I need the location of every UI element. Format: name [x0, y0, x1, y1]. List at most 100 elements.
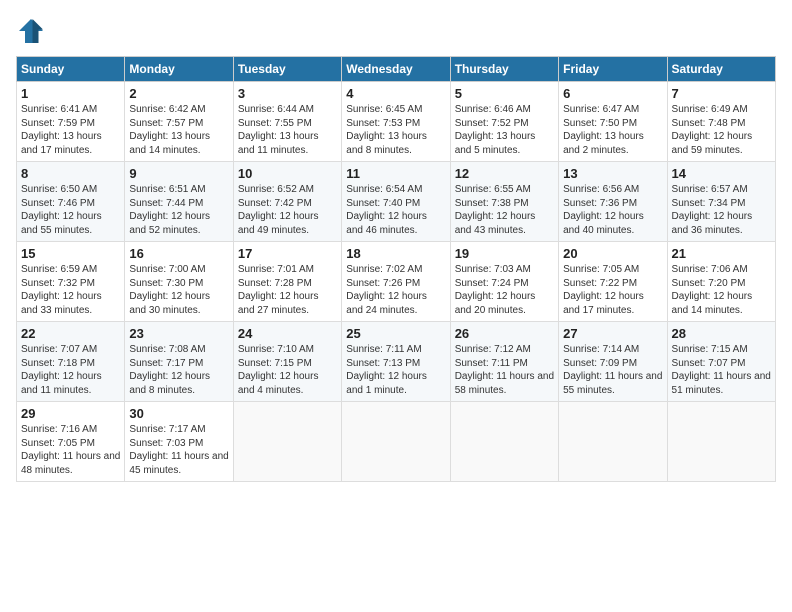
day-info: Sunrise: 7:12 AM — [455, 343, 554, 357]
day-info: Daylight: 12 hours and 43 minutes. — [455, 210, 554, 237]
day-info: Daylight: 13 hours and 5 minutes. — [455, 130, 554, 157]
day-info: Sunset: 7:24 PM — [455, 277, 554, 291]
column-header-wednesday: Wednesday — [342, 57, 450, 82]
day-info: Daylight: 13 hours and 14 minutes. — [129, 130, 228, 157]
day-info: Sunrise: 6:59 AM — [21, 263, 120, 277]
day-info: Sunrise: 6:51 AM — [129, 183, 228, 197]
calendar-cell — [667, 402, 775, 482]
day-info: Sunrise: 7:08 AM — [129, 343, 228, 357]
logo — [16, 16, 50, 46]
day-number: 25 — [346, 326, 445, 341]
day-number: 11 — [346, 166, 445, 181]
calendar-cell: 7 Sunrise: 6:49 AMSunset: 7:48 PMDaylight… — [667, 82, 775, 162]
day-number: 9 — [129, 166, 228, 181]
calendar-cell: 3Sunrise: 6:44 AMSunset: 7:55 PMDaylight… — [233, 82, 341, 162]
calendar-cell: 5Sunrise: 6:46 AMSunset: 7:52 PMDaylight… — [450, 82, 558, 162]
page-header — [16, 16, 776, 46]
day-number: 3 — [238, 86, 337, 101]
day-info: Sunrise: 6:56 AM — [563, 183, 662, 197]
calendar-cell: 20Sunrise: 7:05 AMSunset: 7:22 PMDayligh… — [559, 242, 667, 322]
day-info: Sunrise: 7:06 AM — [672, 263, 771, 277]
calendar-cell: 18Sunrise: 7:02 AMSunset: 7:26 PMDayligh… — [342, 242, 450, 322]
day-info: Daylight: 12 hours and 8 minutes. — [129, 370, 228, 397]
day-info: Sunrise: 7:17 AM — [129, 423, 228, 437]
day-info: Sunset: 7:53 PM — [346, 117, 445, 131]
calendar-cell: 19 Sunrise: 7:03 AMSunset: 7:24 PMDayligh… — [450, 242, 558, 322]
day-info: Sunset: 7:09 PM — [563, 357, 662, 371]
day-info: Sunrise: 6:42 AM — [129, 103, 228, 117]
day-info: Sunset: 7:13 PM — [346, 357, 445, 371]
day-info: Daylight: 12 hours and 14 minutes. — [672, 290, 771, 317]
day-info: Daylight: 12 hours and 1 minute. — [346, 370, 445, 397]
day-info: Sunrise: 6:54 AM — [346, 183, 445, 197]
day-number: 5 — [455, 86, 554, 101]
day-info: Sunset: 7:46 PM — [21, 197, 120, 211]
day-number: 20 — [563, 246, 662, 261]
day-info: Daylight: 13 hours and 17 minutes. — [21, 130, 120, 157]
day-info: Sunset: 7:22 PM — [563, 277, 662, 291]
day-info: Sunrise: 7:02 AM — [346, 263, 445, 277]
calendar-week-1: 1Sunrise: 6:41 AMSunset: 7:59 PMDaylight… — [17, 82, 776, 162]
calendar-cell: 8Sunrise: 6:50 AMSunset: 7:46 PMDaylight… — [17, 162, 125, 242]
calendar-cell: 17Sunrise: 7:01 AMSunset: 7:28 PMDayligh… — [233, 242, 341, 322]
day-number: 14 — [672, 166, 771, 181]
day-number: 23 — [129, 326, 228, 341]
day-info: Daylight: 12 hours and 59 minutes. — [672, 130, 771, 157]
day-info: Sunset: 7:05 PM — [21, 437, 120, 451]
logo-icon — [16, 16, 46, 46]
day-number: 26 — [455, 326, 554, 341]
column-header-friday: Friday — [559, 57, 667, 82]
day-info: Daylight: 11 hours and 48 minutes. — [21, 450, 120, 477]
day-info: Sunrise: 7:00 AM — [129, 263, 228, 277]
day-info: Sunset: 7:20 PM — [672, 277, 771, 291]
day-info: Sunset: 7:07 PM — [672, 357, 771, 371]
day-info: Daylight: 12 hours and 52 minutes. — [129, 210, 228, 237]
day-number: 28 — [672, 326, 771, 341]
calendar-cell: 15Sunrise: 6:59 AMSunset: 7:32 PMDayligh… — [17, 242, 125, 322]
day-number: 29 — [21, 406, 120, 421]
day-info: Sunset: 7:59 PM — [21, 117, 120, 131]
calendar-cell — [450, 402, 558, 482]
day-number: 16 — [129, 246, 228, 261]
calendar-cell: 26Sunrise: 7:12 AMSunset: 7:11 PMDayligh… — [450, 322, 558, 402]
header-row: SundayMondayTuesdayWednesdayThursdayFrid… — [17, 57, 776, 82]
day-info: Daylight: 13 hours and 11 minutes. — [238, 130, 337, 157]
day-info: Sunset: 7:48 PM — [672, 117, 771, 131]
calendar-cell: 29Sunrise: 7:16 AMSunset: 7:05 PMDayligh… — [17, 402, 125, 482]
day-number: 21 — [672, 246, 771, 261]
day-info: Sunset: 7:32 PM — [21, 277, 120, 291]
calendar-cell: 2Sunrise: 6:42 AMSunset: 7:57 PMDaylight… — [125, 82, 233, 162]
calendar-cell: 24Sunrise: 7:10 AMSunset: 7:15 PMDayligh… — [233, 322, 341, 402]
day-info: Daylight: 12 hours and 33 minutes. — [21, 290, 120, 317]
day-info: Sunrise: 6:44 AM — [238, 103, 337, 117]
column-header-monday: Monday — [125, 57, 233, 82]
day-info: Daylight: 12 hours and 36 minutes. — [672, 210, 771, 237]
day-info: Sunset: 7:17 PM — [129, 357, 228, 371]
day-info: Sunrise: 6:52 AM — [238, 183, 337, 197]
day-info: Sunset: 7:26 PM — [346, 277, 445, 291]
column-header-thursday: Thursday — [450, 57, 558, 82]
column-header-sunday: Sunday — [17, 57, 125, 82]
day-info: Sunrise: 7:10 AM — [238, 343, 337, 357]
day-number: 19 — [455, 246, 554, 261]
day-number: 24 — [238, 326, 337, 341]
calendar-cell: 22Sunrise: 7:07 AMSunset: 7:18 PMDayligh… — [17, 322, 125, 402]
calendar-cell — [342, 402, 450, 482]
day-info: Sunrise: 6:50 AM — [21, 183, 120, 197]
calendar-cell: 25Sunrise: 7:11 AMSunset: 7:13 PMDayligh… — [342, 322, 450, 402]
calendar-cell: 12Sunrise: 6:55 AMSunset: 7:38 PMDayligh… — [450, 162, 558, 242]
day-info: Daylight: 12 hours and 4 minutes. — [238, 370, 337, 397]
day-number: 7 — [672, 86, 771, 101]
day-info: Daylight: 12 hours and 11 minutes. — [21, 370, 120, 397]
day-number: 27 — [563, 326, 662, 341]
day-info: Sunrise: 6:49 AM — [672, 103, 771, 117]
day-info: Daylight: 12 hours and 17 minutes. — [563, 290, 662, 317]
day-info: Daylight: 11 hours and 51 minutes. — [672, 370, 771, 397]
day-info: Daylight: 13 hours and 8 minutes. — [346, 130, 445, 157]
day-number: 6 — [563, 86, 662, 101]
calendar-cell: 28 Sunrise: 7:15 AMSunset: 7:07 PMDayligh… — [667, 322, 775, 402]
day-info: Sunrise: 7:03 AM — [455, 263, 554, 277]
day-info: Daylight: 12 hours and 20 minutes. — [455, 290, 554, 317]
day-number: 1 — [21, 86, 120, 101]
day-info: Sunrise: 7:15 AM — [672, 343, 771, 357]
